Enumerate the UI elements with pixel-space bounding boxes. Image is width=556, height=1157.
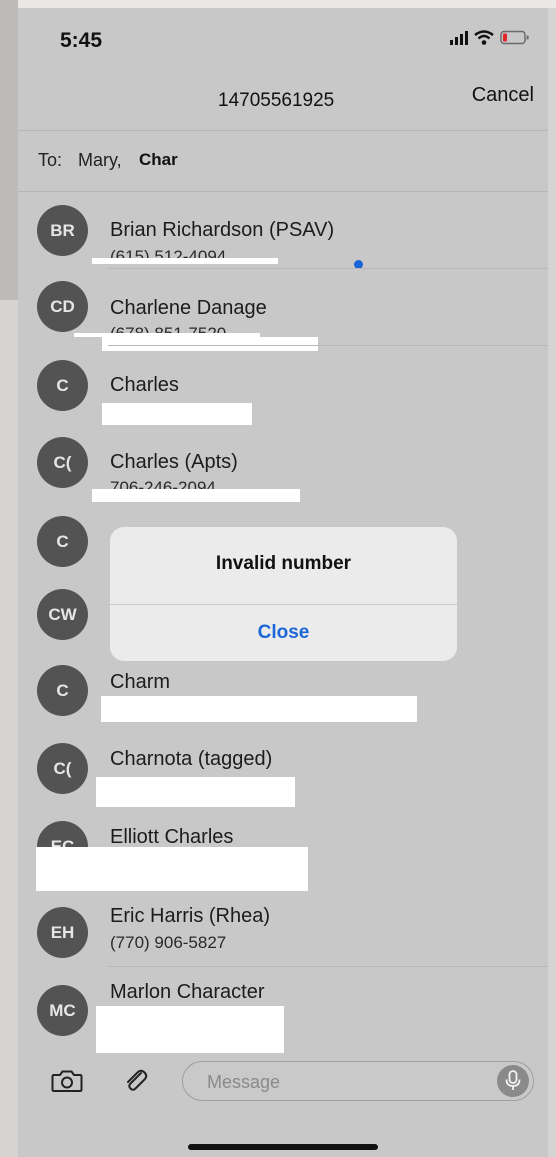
- row-divider: [108, 966, 548, 967]
- contact-row-charles-apts[interactable]: C( Charles (Apts) 706-246-2094: [18, 425, 548, 502]
- redaction-bar: [92, 489, 300, 502]
- avatar: C(: [37, 437, 88, 488]
- status-icons: [450, 30, 530, 45]
- avatar: CW: [37, 589, 88, 640]
- contact-name: Marlon Character: [110, 981, 265, 1003]
- redaction-bar: [36, 847, 308, 891]
- contact-name: Charm: [110, 671, 171, 693]
- contact-row-charnota[interactable]: C( Charnota (tagged): [18, 734, 548, 811]
- avatar: BR: [37, 205, 88, 256]
- compose-bar: Message: [18, 1053, 548, 1113]
- microphone-icon[interactable]: [497, 1065, 529, 1097]
- frame-top-edge: [0, 0, 556, 8]
- avatar: C: [37, 665, 88, 716]
- cancel-button[interactable]: Cancel: [472, 84, 534, 107]
- contact-row-marlon-character[interactable]: MC Marlon Character: [18, 968, 548, 1053]
- redaction-bar: [96, 777, 295, 807]
- contact-name: Elliott Charles: [110, 826, 234, 848]
- invalid-number-alert: Invalid number Close: [110, 527, 457, 661]
- avatar: EH: [37, 907, 88, 958]
- redaction-bar: [101, 696, 417, 722]
- wifi-icon: [474, 30, 494, 45]
- contact-row-charlene-danage[interactable]: CD Charlene Danage (678) 851-7520: [18, 269, 548, 351]
- contact-number: (770) 906-5827: [110, 933, 227, 952]
- redaction-bar: [92, 258, 278, 264]
- navigation-bar: 14705561925 Cancel: [18, 68, 548, 131]
- contact-name: Eric Harris (Rhea): [110, 905, 271, 927]
- contact-row-charles[interactable]: C Charles: [18, 347, 548, 425]
- signal-icon: [450, 30, 468, 45]
- contact-row-eric-harris[interactable]: EH Eric Harris (Rhea) (770) 906-5827: [18, 890, 548, 967]
- recipient-token[interactable]: Mary,: [78, 150, 122, 171]
- home-indicator[interactable]: [188, 1144, 378, 1150]
- paperclip-icon[interactable]: [122, 1067, 150, 1100]
- row-divider: [108, 345, 548, 346]
- status-time: 5:45: [60, 29, 103, 52]
- contact-name: Charnota (tagged): [110, 748, 273, 770]
- contact-row-brian-richardson[interactable]: BR Brian Richardson (PSAV) (615) 512-409…: [18, 192, 548, 269]
- contact-name: Charles (Apts): [110, 451, 238, 473]
- phone-screen: 5:45 14705561925 Cancel To: Mary, Char B…: [18, 8, 548, 1157]
- redaction-bar: [102, 403, 252, 425]
- to-label: To:: [38, 150, 63, 170]
- contact-name: Brian Richardson (PSAV): [110, 219, 335, 241]
- avatar: CD: [37, 281, 88, 332]
- redaction-bar: [96, 1006, 284, 1053]
- status-bar: 5:45: [18, 8, 548, 68]
- avatar: C: [37, 360, 88, 411]
- recipient-input-text[interactable]: Char: [139, 150, 178, 170]
- avatar: C(: [37, 743, 88, 794]
- message-input[interactable]: Message: [182, 1061, 534, 1101]
- contact-name: Charlene Danage: [110, 297, 267, 319]
- frame-left-edge: [0, 0, 18, 300]
- alert-close-button[interactable]: Close: [110, 605, 457, 661]
- contact-name: Charles: [110, 374, 179, 396]
- battery-icon: [500, 30, 530, 45]
- contact-row-charm[interactable]: C Charm: [18, 657, 548, 734]
- recipient-field[interactable]: To: Mary, Char: [18, 130, 548, 192]
- avatar: C: [37, 516, 88, 567]
- conversation-title: 14705561925: [218, 90, 335, 111]
- alert-title: Invalid number: [215, 553, 352, 574]
- camera-icon[interactable]: [51, 1069, 83, 1098]
- contact-row-elliott-charles[interactable]: EC Elliott Charles: [18, 812, 548, 891]
- avatar: MC: [37, 985, 88, 1036]
- message-placeholder: Message: [207, 1072, 281, 1092]
